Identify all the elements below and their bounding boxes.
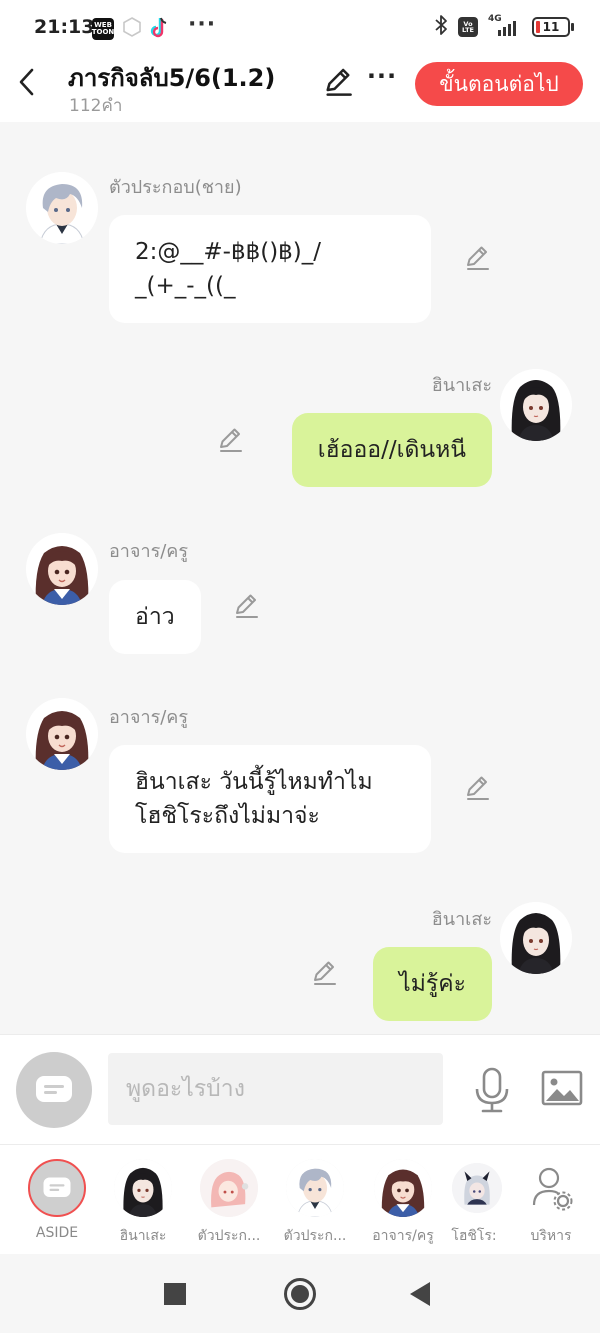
composer-bar	[0, 1034, 600, 1144]
character-label: อาจาร/ครู	[372, 1228, 434, 1244]
narration-icon	[42, 1176, 72, 1200]
volte-icon: Vo LTE	[458, 17, 478, 37]
microphone-button[interactable]	[470, 1065, 514, 1115]
status-bar: 21:13 WEB TOON ··· Vo LTE 4G 11	[0, 0, 600, 56]
sender-avatar[interactable]	[26, 533, 98, 605]
teacher-avatar	[374, 1159, 432, 1217]
teacher-avatar	[26, 698, 98, 770]
avatar	[374, 1159, 432, 1217]
character-item-extra-male[interactable]: ตัวประก...	[272, 1157, 356, 1247]
status-app-icons: WEB TOON	[92, 16, 170, 42]
back-button[interactable]	[12, 64, 44, 100]
sender-avatar[interactable]	[26, 172, 98, 244]
teacher-avatar	[26, 533, 98, 605]
aside-toggle-button[interactable]	[16, 1052, 92, 1128]
hinase-avatar	[500, 902, 572, 974]
battery-level: 11	[542, 20, 560, 34]
tiktok-icon	[150, 16, 170, 42]
narration-icon	[34, 1074, 74, 1106]
sender-avatar[interactable]	[500, 369, 572, 441]
sender-name: ฮินาเสะ	[431, 375, 492, 396]
message-bubble[interactable]: 2:@__#-฿฿()฿)_/ _(+_-_((_	[109, 215, 431, 323]
male-silver-hair-avatar	[26, 172, 98, 244]
hexagon-icon	[122, 16, 142, 42]
avatar	[522, 1159, 580, 1217]
system-back-button[interactable]	[410, 1282, 430, 1306]
aside-avatar	[28, 1159, 86, 1217]
battery-icon: 11	[532, 17, 574, 37]
user-settings-icon	[532, 1167, 573, 1211]
recent-apps-button[interactable]	[164, 1283, 186, 1305]
message-bubble[interactable]: เฮ้อออ//เดินหนี	[291, 413, 492, 487]
pencil-icon	[326, 68, 352, 96]
edit-title-button[interactable]	[322, 66, 354, 98]
hinase-avatar	[114, 1159, 172, 1217]
male-silver-hair-avatar	[286, 1159, 344, 1217]
character-label: ฮินาเสะ	[119, 1228, 167, 1244]
microphone-icon	[475, 1067, 509, 1113]
system-nav-bar	[0, 1254, 600, 1333]
word-count: 112คำ	[69, 96, 123, 116]
avatar	[452, 1163, 502, 1213]
more-options-button[interactable]: ···	[366, 62, 398, 94]
sender-name: อาจาร/ครู	[109, 541, 189, 562]
character-label: ตัวประก...	[283, 1228, 347, 1244]
character-item-hoshiro[interactable]: โฮชิโร:	[444, 1157, 504, 1247]
story-header: ภารกิจลับ5/6(1.2) 112คำ ··· ขั้นตอนต่อไป	[0, 56, 600, 122]
avatar	[286, 1159, 344, 1217]
image-icon	[541, 1070, 583, 1106]
avatar	[114, 1159, 172, 1217]
character-item-aside[interactable]: ASIDE	[14, 1157, 98, 1247]
message-bubble[interactable]: ฮินาเสะ วันนี้รู้ไหมทำไม โฮชิโระถึงไม่มา…	[109, 745, 431, 853]
webtoon-icon: WEB TOON	[92, 18, 114, 40]
edit-message-icon[interactable]	[463, 774, 491, 802]
chevron-left-icon	[19, 68, 34, 96]
bluetooth-icon	[434, 14, 448, 40]
signal-icon: 4G	[488, 14, 522, 38]
sender-avatar[interactable]	[500, 902, 572, 974]
character-label: ตัวประก...	[197, 1228, 261, 1244]
character-label: โฮชิโร:	[451, 1228, 497, 1244]
edit-message-icon[interactable]	[232, 592, 260, 620]
edit-message-icon[interactable]	[216, 426, 244, 454]
status-time: 21:13	[34, 16, 95, 38]
edit-message-icon[interactable]	[463, 244, 491, 272]
character-item-extra-female[interactable]: ตัวประก...	[186, 1157, 270, 1247]
status-right-group: Vo LTE 4G 11	[434, 14, 574, 40]
character-selector: ASIDE ฮินาเสะ ตัวประก... ตัวประก... อาจา…	[0, 1144, 600, 1254]
message-input[interactable]	[108, 1053, 443, 1125]
hoshiro-avatar	[452, 1163, 502, 1213]
insert-image-button[interactable]	[540, 1069, 584, 1109]
character-label: บริหาร	[530, 1228, 572, 1244]
avatar	[200, 1159, 258, 1217]
next-step-button[interactable]: ขั้นตอนต่อไป	[415, 62, 583, 106]
message-bubble[interactable]: ไม่รู้ค่ะ	[373, 947, 492, 1021]
sender-name: ตัวประกอบ(ชาย)	[109, 177, 242, 198]
sender-name: อาจาร/ครู	[109, 707, 189, 728]
sender-name: ฮินาเสะ	[431, 909, 492, 930]
manage-characters-button[interactable]: บริหาร	[508, 1157, 592, 1247]
pink-hair-avatar	[200, 1159, 258, 1217]
sender-avatar[interactable]	[26, 698, 98, 770]
chat-area[interactable]: ตัวประกอบ(ชาย) 2:@__#-฿฿()฿)_/ _(+_-_((_…	[0, 122, 600, 1034]
character-item-teacher[interactable]: อาจาร/ครู	[360, 1157, 444, 1247]
status-overflow-icon: ···	[188, 12, 217, 37]
message-bubble[interactable]: อ่าว	[109, 580, 201, 654]
character-label: ASIDE	[35, 1225, 79, 1241]
edit-message-icon[interactable]	[310, 959, 338, 987]
home-button[interactable]	[284, 1278, 316, 1310]
hinase-avatar	[500, 369, 572, 441]
character-item-hinase[interactable]: ฮินาเสะ	[100, 1157, 184, 1247]
